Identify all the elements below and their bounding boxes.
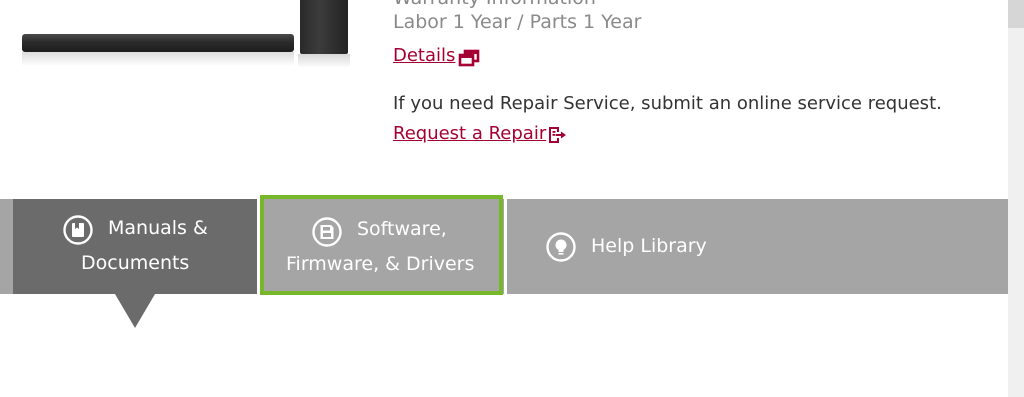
page: Warranty Information Labor 1 Year / Part… <box>0 0 1024 397</box>
subwoofer-image <box>300 0 348 54</box>
soundbar-image <box>22 34 294 52</box>
floppy-disk-icon <box>312 217 342 247</box>
details-link[interactable]: Details <box>393 44 455 68</box>
tab-software-firmware-drivers[interactable]: Software, Firmware, & Drivers <box>260 195 503 295</box>
lightbulb-icon <box>546 232 576 262</box>
tab-software-label-line1: Software, <box>357 218 447 240</box>
repair-service-text: If you need Repair Service, submit an on… <box>393 93 942 114</box>
tab-help-library[interactable]: Help Library <box>508 199 1008 294</box>
tab-software-label-line2: Firmware, & Drivers <box>286 253 475 275</box>
warranty-coverage: Labor 1 Year / Parts 1 Year <box>393 11 642 33</box>
external-window-icon[interactable] <box>458 49 480 67</box>
tab-manuals-label-line1: Manuals & <box>108 217 208 239</box>
book-icon <box>63 215 93 245</box>
page-scrollbar[interactable] <box>1008 0 1024 397</box>
soundbar-reflection <box>22 52 294 66</box>
request-repair-link[interactable]: Request a Repair <box>393 122 546 146</box>
subwoofer-reflection <box>298 54 350 68</box>
scrollbar-thumb[interactable] <box>1008 0 1024 28</box>
tab-help-label: Help Library <box>591 235 707 257</box>
warranty-heading: Warranty Information <box>393 0 596 8</box>
active-tab-pointer <box>115 294 155 328</box>
tab-divider <box>504 199 507 294</box>
product-image <box>0 0 370 80</box>
tab-manuals-documents[interactable]: Manuals & Documents <box>13 199 257 294</box>
tab-manuals-label-line2: Documents <box>81 252 190 274</box>
form-arrow-icon[interactable] <box>546 126 568 144</box>
